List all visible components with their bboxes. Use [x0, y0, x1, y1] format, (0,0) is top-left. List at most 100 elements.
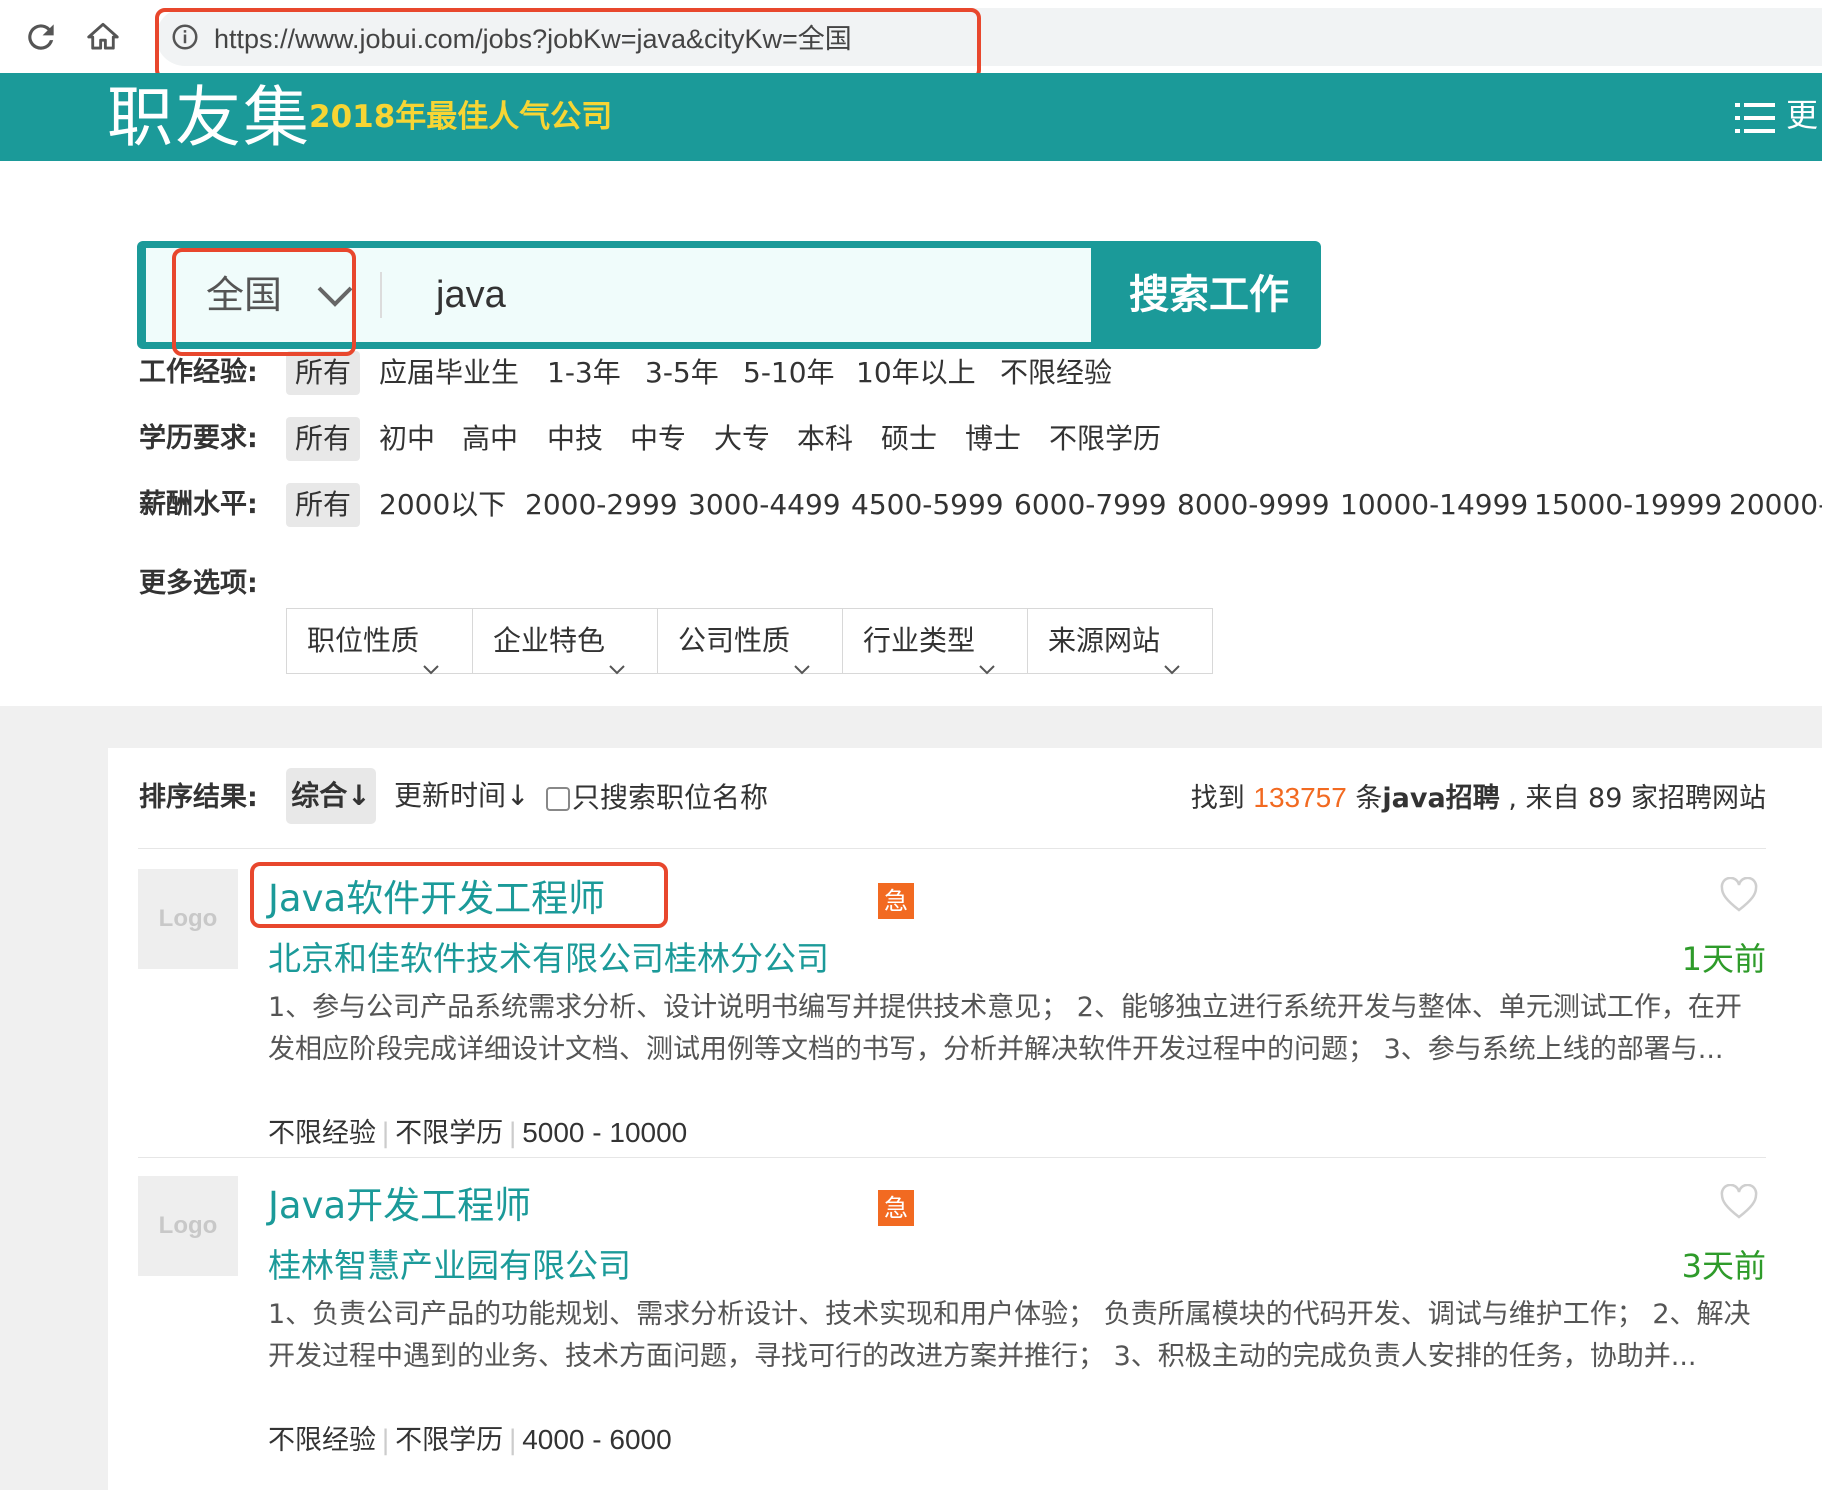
filter-option[interactable]: 4500-5999	[851, 483, 1004, 527]
tag-separator: |	[381, 1118, 391, 1149]
filter-option[interactable]: 3000-4499	[688, 483, 841, 527]
chevron-down-icon	[792, 635, 812, 675]
filter-option[interactable]: 2000以下	[379, 483, 506, 527]
filter-more-label: 更多选项:	[139, 568, 258, 599]
tag-salary: 4000 - 6000	[522, 1424, 672, 1455]
sort-comprehensive[interactable]: 综合↓	[286, 768, 376, 824]
chevron-down-icon	[1162, 635, 1182, 675]
job-card[interactable]: Logo Java开发工程师 急 桂林智慧产业园有限公司 3天前 1、负责公司产…	[138, 1176, 1766, 1476]
sort-update-time[interactable]: 更新时间↓	[394, 772, 529, 820]
menu-icon[interactable]	[1735, 101, 1775, 135]
chevron-down-icon	[977, 635, 997, 675]
filter-option[interactable]: 6000-7999	[1014, 483, 1167, 527]
search-button[interactable]: 搜索工作	[1097, 241, 1321, 349]
job-tags: 不限经验 | 不限学历 | 4000 - 6000	[268, 1420, 672, 1461]
menu-label[interactable]: 更	[1786, 95, 1818, 135]
job-description: 1、负责公司产品的功能规划、需求分析设计、技术实现和用户体验； 负责所属模块的代…	[268, 1299, 1751, 1372]
filter-option[interactable]: 初中	[379, 417, 435, 461]
results-panel: 排序结果: 综合↓ 更新时间↓ 只搜索职位名称 找到 133757 条java招…	[108, 748, 1822, 1490]
filter-option[interactable]: 中专	[630, 417, 686, 461]
dropdown-company-type[interactable]: 公司性质	[657, 609, 842, 675]
job-description: 1、参与公司产品系统需求分析、设计说明书编写并提供技术意见； 2、能够独立进行系…	[268, 992, 1742, 1065]
site-slogan[interactable]: 2018年最佳人气公司	[309, 97, 612, 137]
company-name-link[interactable]: 桂林智慧产业园有限公司	[268, 1244, 631, 1288]
tag-salary: 5000 - 10000	[522, 1117, 688, 1148]
job-tags: 不限经验 | 不限学历 | 5000 - 10000	[268, 1113, 687, 1154]
annotation-url-highlight	[155, 8, 981, 80]
dropdown-job-type[interactable]: 职位性质	[287, 609, 472, 675]
filter-salary-label: 薪酬水平:	[139, 489, 258, 520]
filter-option[interactable]: 不限学历	[1049, 417, 1161, 461]
filter-option[interactable]: 博士	[965, 417, 1021, 461]
dropdown-company-feature[interactable]: 企业特色	[472, 609, 657, 675]
chevron-down-icon	[607, 635, 627, 675]
filter-option[interactable]: 所有	[286, 483, 361, 527]
home-icon[interactable]	[84, 18, 122, 56]
heart-icon[interactable]	[1720, 876, 1758, 913]
search-divider	[380, 272, 382, 318]
filter-option[interactable]: 高中	[462, 417, 518, 461]
annotation-job-title-highlight	[250, 862, 668, 928]
filter-option[interactable]: 10000-14999	[1340, 483, 1528, 527]
urgent-badge: 急	[878, 883, 914, 919]
posted-time: 3天前	[1681, 1247, 1766, 1285]
search-input[interactable]: java	[436, 248, 506, 342]
dropdown-label: 来源网站	[1048, 624, 1161, 657]
company-logo[interactable]: Logo	[138, 1176, 238, 1276]
tag-separator: |	[381, 1425, 391, 1456]
result-count-keyword: java招聘	[1382, 783, 1500, 814]
filter-option[interactable]: 5-10年	[743, 351, 835, 395]
divider	[138, 1157, 1766, 1158]
tag-experience: 不限经验	[268, 1118, 376, 1149]
filter-option[interactable]: 应届毕业生	[379, 351, 519, 395]
dropdown-label: 企业特色	[493, 624, 606, 657]
filter-option[interactable]: 1-3年	[547, 351, 621, 395]
more-options-bar: 职位性质 企业特色 公司性质 行业类型 来源网站	[286, 608, 1213, 675]
dropdown-industry[interactable]: 行业类型	[842, 609, 1027, 675]
dropdown-label: 公司性质	[678, 624, 791, 657]
filter-option[interactable]: 10年以上	[856, 351, 976, 395]
company-logo[interactable]: Logo	[138, 869, 238, 969]
company-name-link[interactable]: 北京和佳软件技术有限公司桂林分公司	[268, 937, 829, 981]
filter-option[interactable]: 2000-2999	[525, 483, 678, 527]
result-count-number: 133757	[1253, 782, 1347, 813]
filter-option[interactable]: 15000-19999	[1534, 483, 1722, 527]
result-count-unit: 条	[1355, 783, 1383, 814]
filter-option[interactable]: 所有	[286, 351, 361, 395]
urgent-badge: 急	[878, 1190, 914, 1226]
filter-option[interactable]: 硕士	[881, 417, 937, 461]
title-only-label: 只搜索职位名称	[572, 781, 769, 814]
filter-option[interactable]: 本科	[797, 417, 853, 461]
result-count-suffix: , 来自 89 家招聘网站	[1508, 783, 1766, 814]
filter-salary: 薪酬水平: 所有 2000以下 2000-2999 3000-4499 4500…	[139, 480, 1822, 530]
tag-education: 不限学历	[395, 1425, 504, 1456]
filter-option[interactable]: 不限经验	[1000, 351, 1112, 395]
site-logo[interactable]: 职友集	[107, 80, 311, 156]
tag-separator: |	[508, 1118, 518, 1149]
tag-separator: |	[508, 1425, 518, 1456]
filter-option[interactable]: 所有	[286, 417, 361, 461]
filter-option[interactable]: 3-5年	[645, 351, 719, 395]
sort-label: 排序结果:	[139, 782, 258, 813]
annotation-city-highlight	[172, 248, 356, 356]
tag-experience: 不限经验	[268, 1425, 376, 1456]
filter-option[interactable]: 20000-	[1729, 483, 1822, 527]
title-only-option[interactable]: 只搜索职位名称	[546, 774, 768, 822]
chevron-down-icon	[421, 635, 441, 675]
reload-icon[interactable]	[22, 18, 60, 56]
result-count-prefix: 找到	[1190, 783, 1245, 814]
filter-education-label: 学历要求:	[139, 423, 258, 454]
filter-option[interactable]: 中技	[547, 417, 603, 461]
title-only-checkbox[interactable]	[546, 787, 570, 811]
posted-time: 1天前	[1681, 940, 1766, 978]
filter-option[interactable]: 8000-9999	[1177, 483, 1330, 527]
job-title-link[interactable]: Java开发工程师	[268, 1182, 531, 1230]
divider	[138, 848, 1766, 849]
tag-education: 不限学历	[395, 1118, 504, 1149]
filter-option[interactable]: 大专	[714, 417, 770, 461]
dropdown-label: 职位性质	[307, 624, 420, 657]
dropdown-source-site[interactable]: 来源网站	[1027, 609, 1212, 675]
search-panel: 全国 java 搜索工作 工作经验: 所有 应届毕业生 1-3年 3-5年 5-…	[0, 161, 1822, 706]
result-count: 找到 133757 条java招聘 , 来自 89 家招聘网站	[1191, 774, 1766, 823]
heart-icon[interactable]	[1720, 1183, 1758, 1220]
